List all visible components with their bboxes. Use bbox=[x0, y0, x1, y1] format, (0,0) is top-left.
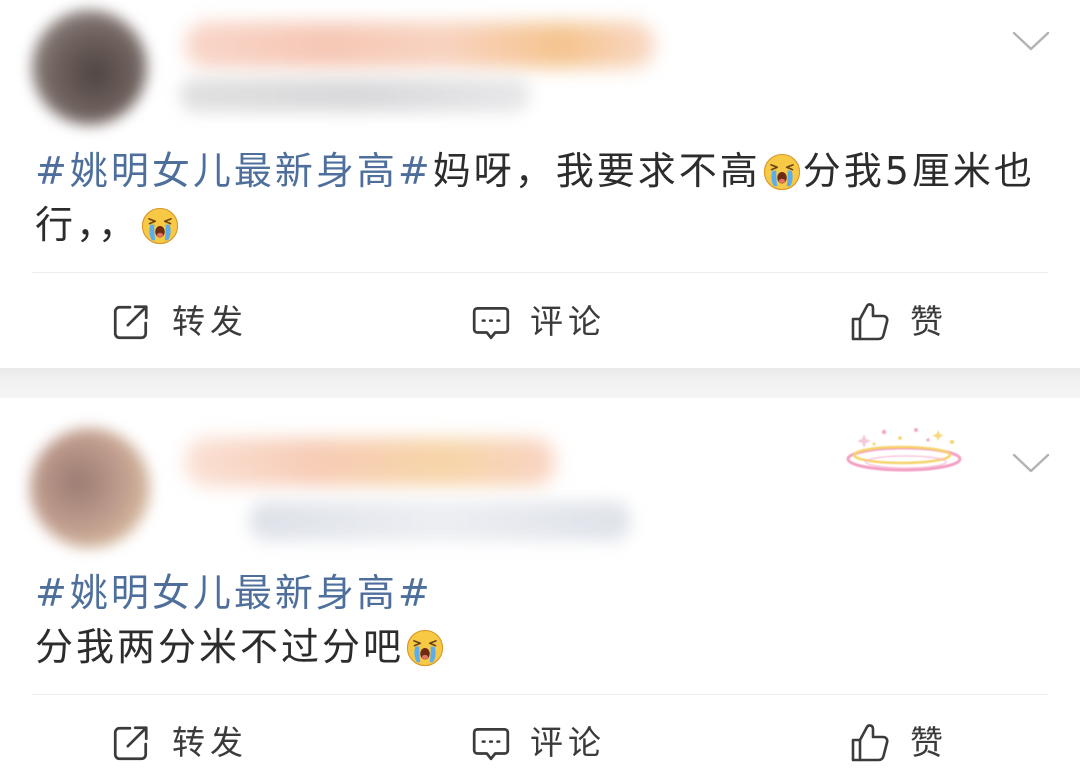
repost-icon bbox=[110, 301, 152, 343]
repost-button[interactable]: 转发 bbox=[110, 298, 248, 346]
hashtag-link[interactable]: #姚明女儿最新身高# bbox=[35, 149, 433, 193]
post-text-segment: 分我两分米不过分吧 bbox=[35, 625, 405, 669]
chevron-down-icon bbox=[1012, 30, 1050, 52]
feed-separator bbox=[0, 368, 1080, 398]
repost-icon bbox=[110, 722, 152, 764]
username[interactable] bbox=[185, 22, 655, 68]
comment-label: 评论 bbox=[530, 302, 606, 341]
feed-post: #姚明女儿最新身高#妈呀，我要求不高 分我5厘米也 行，， 转发 评论 赞 bbox=[0, 0, 1080, 368]
post-meta bbox=[180, 78, 530, 112]
post-text: #姚明女儿最新身高# 分我两分米不过分吧 bbox=[35, 566, 1045, 674]
post-menu-button[interactable] bbox=[1010, 450, 1052, 476]
post-text-segment: 妈呀，我要求不高 bbox=[432, 149, 761, 193]
like-label: 赞 bbox=[910, 723, 948, 762]
post-text-segment: 分我5厘米也 bbox=[802, 149, 1035, 193]
repost-button[interactable]: 转发 bbox=[110, 719, 248, 767]
post-text: #姚明女儿最新身高#妈呀，我要求不高 分我5厘米也 行，， bbox=[35, 144, 1045, 252]
post-text-segment: 行，， bbox=[35, 203, 140, 247]
repost-label: 转发 bbox=[172, 723, 248, 762]
hashtag-link[interactable]: #姚明女儿最新身高# bbox=[35, 571, 433, 615]
post-meta bbox=[250, 501, 630, 541]
crying-face-icon bbox=[406, 629, 444, 667]
post-text-line: #姚明女儿最新身高# bbox=[35, 566, 1045, 620]
crying-face-icon bbox=[141, 207, 179, 245]
like-icon bbox=[848, 300, 892, 344]
comment-button[interactable]: 评论 bbox=[470, 719, 606, 767]
avatar[interactable] bbox=[32, 10, 147, 125]
post-menu-button[interactable] bbox=[1010, 28, 1052, 54]
like-icon bbox=[848, 721, 892, 765]
divider bbox=[32, 694, 1048, 695]
feed-post: #姚明女儿最新身高# 分我两分米不过分吧 转发 评论 赞 bbox=[0, 398, 1080, 777]
comment-label: 评论 bbox=[530, 723, 606, 762]
like-button[interactable]: 赞 bbox=[848, 298, 948, 346]
like-label: 赞 bbox=[910, 302, 948, 341]
crying-face-icon bbox=[763, 153, 801, 191]
chevron-down-icon bbox=[1012, 452, 1050, 474]
avatar[interactable] bbox=[30, 428, 150, 548]
post-text-line: #姚明女儿最新身高#妈呀，我要求不高 分我5厘米也 bbox=[35, 144, 1045, 198]
repost-label: 转发 bbox=[172, 302, 248, 341]
comment-button[interactable]: 评论 bbox=[470, 298, 606, 346]
post-text-line: 分我两分米不过分吧 bbox=[35, 620, 1045, 674]
halo-sticker-icon bbox=[846, 428, 962, 472]
post-text-line: 行，， bbox=[35, 198, 1045, 252]
comment-icon bbox=[470, 722, 512, 764]
comment-icon bbox=[470, 301, 512, 343]
username[interactable] bbox=[185, 438, 555, 486]
like-button[interactable]: 赞 bbox=[848, 719, 948, 767]
divider bbox=[32, 272, 1048, 273]
